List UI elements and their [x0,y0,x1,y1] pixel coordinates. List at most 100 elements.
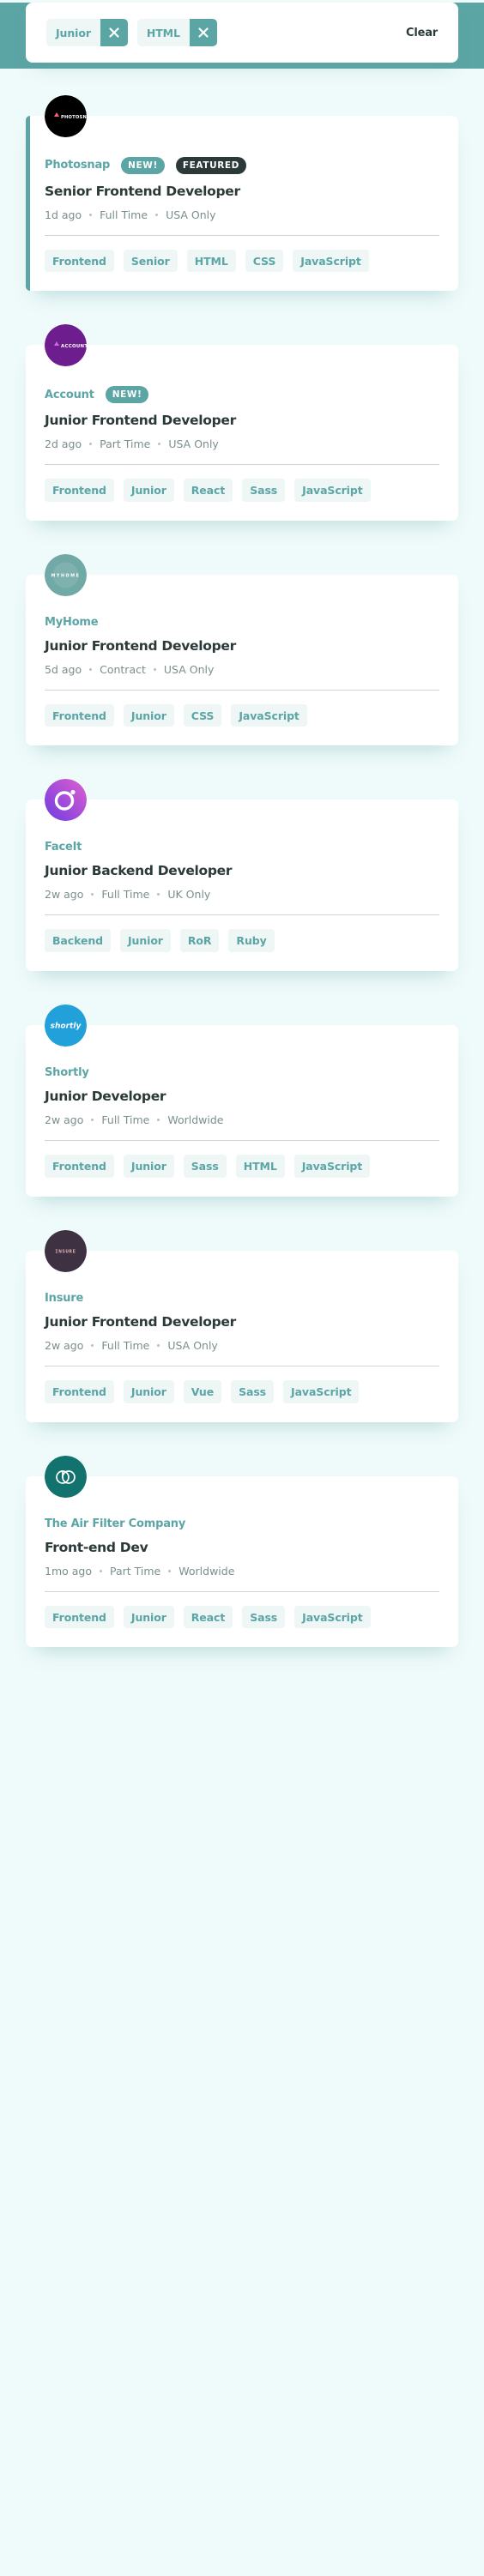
job-card-header: MyHome [45,616,439,629]
job-tag[interactable]: Frontend [45,249,114,273]
job-location: USA Only [163,662,215,676]
card-divider [45,1140,439,1141]
job-tag[interactable]: RoR [179,929,220,952]
photosnap-logo: PHOTOSNAP [45,95,87,137]
meta-separator-dot [100,1569,102,1572]
filter-chip[interactable]: HTML [136,19,217,46]
shortly-logo: shortly [45,1004,87,1047]
job-tag[interactable]: JavaScript [294,1605,371,1629]
job-tag[interactable]: Junior [123,1379,174,1403]
meta-separator-dot [157,893,160,896]
job-position-title[interactable]: Junior Frontend Developer [45,413,439,428]
card-divider [45,463,439,465]
job-card[interactable]: ACCOUNT Account NEW! Junior Frontend Develo… [26,324,458,521]
job-tag[interactable]: Sass [242,1605,286,1629]
contract-type: Full Time [101,888,150,902]
card-divider [45,234,439,236]
job-position-title[interactable]: Junior Backend Developer [45,863,439,878]
job-position-title[interactable]: Front-end Dev [45,1540,439,1555]
job-card-header: Photosnap NEW! FEATURED [45,157,439,174]
job-tag[interactable]: HTML [235,1155,285,1178]
posted-at: 2w ago [45,888,84,902]
job-card[interactable]: MYHOME MyHome Junior Frontend Developer 5d … [26,553,458,746]
job-tag[interactable]: JavaScript [294,478,371,502]
job-tag[interactable]: Junior [123,478,174,502]
job-tag[interactable]: Sass [231,1379,275,1403]
job-position-title[interactable]: Senior Frontend Developer [45,184,439,199]
job-meta: 2d ago Part Time USA Only [45,437,439,450]
job-tag[interactable]: Sass [183,1155,227,1178]
job-card[interactable]: The Air Filter Company Front-end Dev 1mo a… [26,1455,458,1648]
job-tag[interactable]: Junior [123,703,174,727]
contract-type: Contract [100,662,146,676]
meta-separator-dot [91,893,94,896]
job-tag[interactable]: Senior [123,249,178,273]
job-card[interactable]: PHOTOSNAP Photosnap NEW! FEATURED Senior Fro… [26,95,458,292]
job-tag[interactable]: JavaScript [231,703,307,727]
meta-separator-dot [153,667,156,671]
job-tag[interactable]: JavaScript [293,1155,371,1178]
job-tag[interactable]: React [183,1605,233,1629]
filter-chip[interactable]: Junior [46,19,128,46]
job-tag[interactable]: Frontend [45,1379,114,1403]
job-meta: 2w ago Full Time Worldwide [45,1113,439,1126]
job-tags: Frontend Junior Sass HTML JavaScript [45,1155,439,1178]
card-divider [45,689,439,691]
job-tags: Backend Junior RoR Ruby [45,929,439,952]
meta-separator-dot [89,667,93,671]
posted-at: 1d ago [45,208,82,221]
page-container: Junior HTML Clear PHOTOSNAP Photosnap NEW! F… [0,3,484,1698]
job-location: USA Only [168,437,219,450]
job-tag[interactable]: CSS [183,703,222,727]
active-filter-chips: Junior HTML [46,19,217,46]
meta-separator-dot [155,213,159,216]
job-tag[interactable]: JavaScript [283,1379,360,1403]
meta-separator-dot [158,442,161,445]
meta-separator-dot [91,1119,94,1121]
meta-separator-dot [89,442,93,445]
svg-text:MYHOME: MYHOME [51,573,81,578]
job-tag[interactable]: Junior [123,1155,174,1178]
job-card[interactable]: shortly Shortly Junior Developer 2w ago Full… [26,1004,458,1197]
job-tag[interactable]: Frontend [45,1605,114,1629]
job-meta: 1d ago Full Time USA Only [45,208,439,221]
svg-text:PHOTOSNAP: PHOTOSNAP [61,115,87,120]
job-meta: 2w ago Full Time USA Only [45,1339,439,1352]
job-tag[interactable]: Frontend [45,1155,114,1178]
job-tag[interactable]: React [183,478,233,502]
posted-at: 2w ago [45,1338,84,1352]
clear-filters-button[interactable]: Clear [404,23,439,43]
job-location: Worldwide [167,1113,224,1126]
job-tag[interactable]: Frontend [45,478,114,502]
svg-text:shortly: shortly [51,1023,82,1031]
new-badge: NEW! [121,157,165,174]
job-position-title[interactable]: Junior Frontend Developer [45,1314,439,1330]
job-tag[interactable]: HTML [186,249,236,273]
job-tag[interactable]: Ruby [228,929,275,952]
job-tag[interactable]: JavaScript [293,249,369,273]
job-card[interactable]: INSURE Insure Junior Frontend Developer 2w … [26,1229,458,1422]
job-tag[interactable]: Junior [119,929,171,952]
close-icon[interactable] [189,19,217,46]
job-tag[interactable]: Backend [45,929,111,952]
job-location: USA Only [167,1338,218,1352]
job-tag[interactable]: CSS [245,249,284,273]
meta-separator-dot [89,213,93,216]
card-divider [45,1590,439,1592]
job-tag[interactable]: Frontend [45,703,114,727]
job-tags: Frontend Junior React Sass JavaScript [45,478,439,502]
job-position-title[interactable]: Junior Developer [45,1089,439,1104]
job-tag[interactable]: Junior [123,1605,174,1629]
job-card[interactable]: FaceIt Junior Backend Developer 2w ago Full… [26,779,458,971]
job-tag[interactable]: Vue [183,1379,222,1403]
job-tag[interactable]: Sass [242,478,286,502]
company-name: MyHome [45,615,99,629]
job-location: Worldwide [178,1564,235,1578]
job-position-title[interactable]: Junior Frontend Developer [45,638,439,654]
contract-type: Part Time [100,437,151,450]
contract-type: Full Time [101,1113,150,1126]
company-name: FaceIt [45,841,82,854]
close-icon[interactable] [100,19,128,46]
company-name: Account [45,388,94,401]
company-name: Shortly [45,1066,89,1079]
